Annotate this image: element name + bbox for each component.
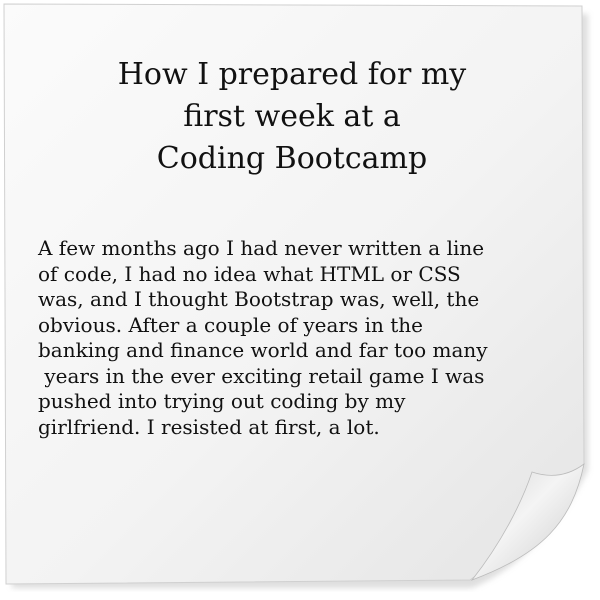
body-line: obvious. After a couple of years in the	[38, 312, 423, 337]
title-line: How I prepared for my	[117, 57, 467, 92]
canvas: How I prepared for my first week at a Co…	[0, 0, 600, 600]
body-line: A few months ago I had never written a l…	[38, 236, 485, 260]
note-body: A few months ago I had never written a l…	[38, 236, 578, 440]
title-line: first week at a	[183, 99, 401, 134]
body-line: of code, I had no idea what HTML or CSS	[38, 261, 461, 286]
note-title: How I prepared for my first week at a Co…	[42, 54, 542, 180]
title-line: Coding Bootcamp	[156, 141, 428, 176]
body-line: banking and finance world and far too ma…	[38, 338, 488, 362]
body-line: girlfriend. I resisted at first, a lot.	[38, 414, 380, 439]
body-line: pushed into trying out coding by my	[38, 389, 406, 413]
sticky-note: How I prepared for my first week at a Co…	[2, 2, 594, 592]
body-line: years in the ever exciting retail game I…	[38, 363, 485, 388]
body-line: was, and I thought Bootstrap was, well, …	[38, 287, 480, 311]
